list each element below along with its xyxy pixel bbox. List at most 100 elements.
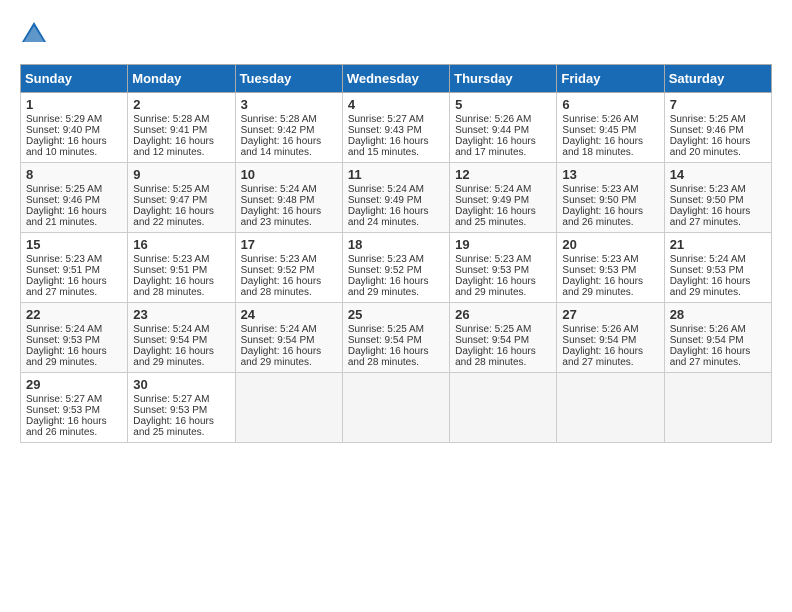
day-number: 17 bbox=[241, 237, 337, 252]
day-number: 10 bbox=[241, 167, 337, 182]
calendar-header-monday: Monday bbox=[128, 65, 235, 93]
calendar-week-3: 15 Sunrise: 5:23 AM Sunset: 9:51 PM Dayligh… bbox=[21, 233, 772, 303]
calendar-cell: 10Sunrise: 5:24 AMSunset: 9:48 PMDayligh… bbox=[235, 163, 342, 233]
daylight-text: Daylight: 16 hours and 26 minutes. bbox=[26, 416, 122, 438]
day-number: 27 bbox=[562, 307, 658, 322]
sunset-text: Sunset: 9:40 PM bbox=[26, 125, 122, 136]
calendar-header-sunday: Sunday bbox=[21, 65, 128, 93]
calendar-week-4: 22Sunrise: 5:24 AMSunset: 9:53 PMDayligh… bbox=[21, 303, 772, 373]
day-number: 25 bbox=[348, 307, 444, 322]
sunset-text: Sunset: 9:49 PM bbox=[455, 195, 551, 206]
daylight-text: Daylight: 16 hours and 23 minutes. bbox=[241, 206, 337, 228]
day-number: 16 bbox=[133, 237, 229, 252]
daylight-text: Daylight: 16 hours and 17 minutes. bbox=[455, 136, 551, 158]
day-number: 30 bbox=[133, 377, 229, 392]
day-number: 4 bbox=[348, 97, 444, 112]
calendar-cell: 12Sunrise: 5:24 AMSunset: 9:49 PMDayligh… bbox=[450, 163, 557, 233]
day-number: 14 bbox=[670, 167, 766, 182]
calendar-header-tuesday: Tuesday bbox=[235, 65, 342, 93]
sunset-text: Sunset: 9:51 PM bbox=[26, 265, 122, 276]
sunset-text: Sunset: 9:43 PM bbox=[348, 125, 444, 136]
daylight-text: Daylight: 16 hours and 29 minutes. bbox=[455, 276, 551, 298]
calendar-cell: 5 Sunrise: 5:26 AMSunset: 9:44 PMDaylight… bbox=[450, 93, 557, 163]
sunrise-text: Sunrise: 5:25 AM bbox=[455, 324, 551, 335]
day-number: 15 bbox=[26, 237, 122, 252]
daylight-text: Daylight: 16 hours and 28 minutes. bbox=[133, 276, 229, 298]
sunset-text: Sunset: 9:54 PM bbox=[133, 335, 229, 346]
daylight-text: Daylight: 16 hours and 25 minutes. bbox=[455, 206, 551, 228]
sunset-text: Sunset: 9:53 PM bbox=[562, 265, 658, 276]
calendar-cell: 17Sunrise: 5:23 AMSunset: 9:52 PMDayligh… bbox=[235, 233, 342, 303]
day-number: 8 bbox=[26, 167, 122, 182]
calendar-cell: 20Sunrise: 5:23 AMSunset: 9:53 PMDayligh… bbox=[557, 233, 664, 303]
sunrise-text: Sunrise: 5:25 AM bbox=[348, 324, 444, 335]
day-number: 19 bbox=[455, 237, 551, 252]
sunrise-text: Sunrise: 5:24 AM bbox=[348, 184, 444, 195]
calendar-cell: 9Sunrise: 5:25 AMSunset: 9:47 PMDaylight… bbox=[128, 163, 235, 233]
sunrise-text: Sunrise: 5:24 AM bbox=[670, 254, 766, 265]
calendar-cell: 13Sunrise: 5:23 AMSunset: 9:50 PMDayligh… bbox=[557, 163, 664, 233]
sunset-text: Sunset: 9:50 PM bbox=[562, 195, 658, 206]
calendar-cell: 30Sunrise: 5:27 AMSunset: 9:53 PMDayligh… bbox=[128, 373, 235, 443]
day-number: 18 bbox=[348, 237, 444, 252]
calendar-cell: 25Sunrise: 5:25 AMSunset: 9:54 PMDayligh… bbox=[342, 303, 449, 373]
sunrise-text: Sunrise: 5:26 AM bbox=[562, 324, 658, 335]
daylight-text: Daylight: 16 hours and 29 minutes. bbox=[670, 276, 766, 298]
calendar-cell bbox=[235, 373, 342, 443]
calendar-week-5: 29Sunrise: 5:27 AMSunset: 9:53 PMDayligh… bbox=[21, 373, 772, 443]
calendar-cell: 6Sunrise: 5:26 AMSunset: 9:45 PMDaylight… bbox=[557, 93, 664, 163]
calendar-cell: 15Sunrise: 5:23 AMSunset: 9:51 PMDayligh… bbox=[21, 233, 128, 303]
sunrise-text: Sunrise: 5:28 AM bbox=[133, 114, 229, 125]
sunrise-text: Sunrise: 5:23 AM bbox=[133, 254, 229, 265]
sunset-text: Sunset: 9:54 PM bbox=[670, 335, 766, 346]
logo bbox=[20, 20, 52, 48]
sunset-text: Sunset: 9:46 PM bbox=[26, 195, 122, 206]
sunrise-text: Sunrise: 5:25 AM bbox=[26, 184, 122, 195]
sunrise-text: Sunrise: 5:24 AM bbox=[26, 324, 122, 335]
sunrise-text: Sunrise: 5:26 AM bbox=[455, 114, 551, 125]
daylight-text: Daylight: 16 hours and 29 minutes. bbox=[26, 346, 122, 368]
daylight-text: Daylight: 16 hours and 25 minutes. bbox=[133, 416, 229, 438]
calendar-cell: 27Sunrise: 5:26 AMSunset: 9:54 PMDayligh… bbox=[557, 303, 664, 373]
calendar-header-friday: Friday bbox=[557, 65, 664, 93]
page-header bbox=[20, 20, 772, 48]
calendar-header-row: SundayMondayTuesdayWednesdayThursdayFrid… bbox=[21, 65, 772, 93]
sunrise-text: Sunrise: 5:28 AM bbox=[241, 114, 337, 125]
daylight-text: Daylight: 16 hours and 28 minutes. bbox=[348, 346, 444, 368]
daylight-text: Daylight: 16 hours and 29 minutes. bbox=[133, 346, 229, 368]
sunset-text: Sunset: 9:53 PM bbox=[670, 265, 766, 276]
sunrise-text: Sunrise: 5:23 AM bbox=[670, 184, 766, 195]
calendar-table: SundayMondayTuesdayWednesdayThursdayFrid… bbox=[20, 64, 772, 443]
sunrise-text: Sunrise: 5:25 AM bbox=[670, 114, 766, 125]
sunset-text: Sunset: 9:49 PM bbox=[348, 195, 444, 206]
sunset-text: Sunset: 9:52 PM bbox=[241, 265, 337, 276]
daylight-text: Daylight: 16 hours and 24 minutes. bbox=[348, 206, 444, 228]
sunset-text: Sunset: 9:54 PM bbox=[241, 335, 337, 346]
day-number: 12 bbox=[455, 167, 551, 182]
calendar-week-2: 8Sunrise: 5:25 AMSunset: 9:46 PMDaylight… bbox=[21, 163, 772, 233]
daylight-text: Daylight: 16 hours and 14 minutes. bbox=[241, 136, 337, 158]
sunset-text: Sunset: 9:44 PM bbox=[455, 125, 551, 136]
day-number: 5 bbox=[455, 97, 551, 112]
day-number: 6 bbox=[562, 97, 658, 112]
calendar-cell: 24Sunrise: 5:24 AMSunset: 9:54 PMDayligh… bbox=[235, 303, 342, 373]
daylight-text: Daylight: 16 hours and 28 minutes. bbox=[241, 276, 337, 298]
day-number: 13 bbox=[562, 167, 658, 182]
sunrise-text: Sunrise: 5:27 AM bbox=[133, 394, 229, 405]
daylight-text: Daylight: 16 hours and 10 minutes. bbox=[26, 136, 122, 158]
sunrise-text: Sunrise: 5:26 AM bbox=[562, 114, 658, 125]
sunrise-text: Sunrise: 5:26 AM bbox=[670, 324, 766, 335]
day-number: 29 bbox=[26, 377, 122, 392]
sunset-text: Sunset: 9:47 PM bbox=[133, 195, 229, 206]
daylight-text: Daylight: 16 hours and 12 minutes. bbox=[133, 136, 229, 158]
calendar-cell: 4Sunrise: 5:27 AMSunset: 9:43 PMDaylight… bbox=[342, 93, 449, 163]
daylight-text: Daylight: 16 hours and 15 minutes. bbox=[348, 136, 444, 158]
day-number: 20 bbox=[562, 237, 658, 252]
sunrise-text: Sunrise: 5:25 AM bbox=[133, 184, 229, 195]
calendar-cell: 1Sunrise: 5:29 AMSunset: 9:40 PMDaylight… bbox=[21, 93, 128, 163]
day-number: 11 bbox=[348, 167, 444, 182]
sunset-text: Sunset: 9:45 PM bbox=[562, 125, 658, 136]
sunrise-text: Sunrise: 5:29 AM bbox=[26, 114, 122, 125]
daylight-text: Daylight: 16 hours and 29 minutes. bbox=[348, 276, 444, 298]
daylight-text: Daylight: 16 hours and 27 minutes. bbox=[670, 206, 766, 228]
